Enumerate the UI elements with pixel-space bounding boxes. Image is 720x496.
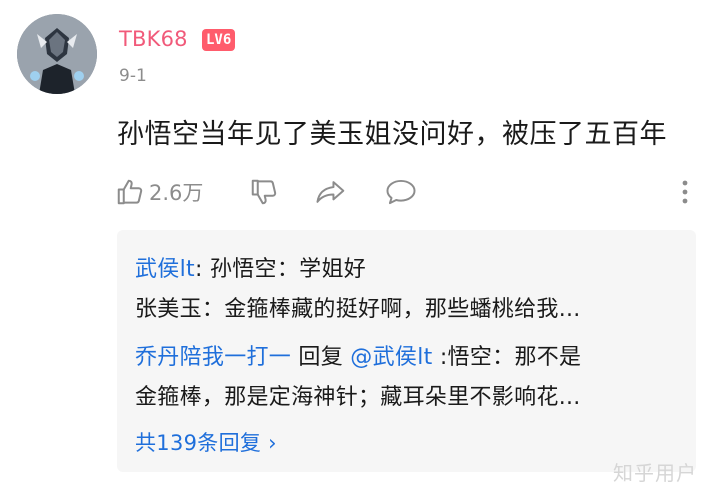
reply-line: 金箍棒，那是定海神针；藏耳朵里不影响花... (135, 379, 581, 411)
avatar-image (17, 14, 97, 94)
comment-date: 9-1 (119, 66, 147, 86)
share-icon (316, 181, 345, 203)
reply-button[interactable] (385, 174, 417, 210)
replies-preview[interactable]: 武侯lt: 孙悟空：学姐好 张美玉：金箍棒藏的挺好啊，那些蟠桃给我... 乔丹陪… (117, 230, 696, 472)
thumbs-down-icon (251, 179, 277, 205)
more-options-button[interactable] (679, 174, 691, 210)
reply-word: 回复 (291, 345, 351, 370)
reply-author-link[interactable]: 乔丹陪我一打一 (135, 345, 291, 370)
share-button[interactable] (315, 174, 347, 210)
reply-text: :悟空：那不是 (432, 345, 582, 370)
more-vertical-icon (682, 180, 688, 204)
comment-text: 孙悟空当年见了美玉姐没问好，被压了五百年 (117, 119, 667, 150)
comment-page: TBK68 LV6 9-1 孙悟空当年见了美玉姐没问好，被压了五百年 2.6万 (0, 0, 720, 496)
reply-line: 乔丹陪我一打一 回复 @武侯lt :悟空：那不是 (135, 339, 581, 371)
reply-text: 张美玉：金箍棒藏的挺好啊，那些蟠桃给我... (135, 297, 581, 322)
comment-icon (386, 179, 416, 205)
reply-line: 张美玉：金箍棒藏的挺好啊，那些蟠桃给我... (135, 291, 581, 323)
watermark: 知乎用户 (613, 461, 697, 485)
comment-actions: 2.6万 (115, 174, 705, 210)
thumbs-up-icon (117, 179, 143, 205)
reply-line: 武侯lt: 孙悟空：学姐好 (135, 251, 366, 283)
dislike-button[interactable] (249, 174, 279, 210)
like-count: 2.6万 (149, 181, 204, 205)
avatar[interactable] (17, 14, 97, 94)
like-button[interactable]: 2.6万 (115, 174, 203, 210)
reply-text: 金箍棒，那是定海神针；藏耳朵里不影响花... (135, 385, 581, 410)
reply-author-link[interactable]: 武侯lt (135, 257, 195, 282)
reply-text: : 孙悟空：学姐好 (194, 257, 367, 282)
level-badge: LV6 (202, 29, 236, 51)
view-all-replies-link[interactable]: 共139条回复 › (135, 427, 277, 457)
username[interactable]: TBK68 (119, 27, 188, 51)
reply-target-link[interactable]: @武侯lt (350, 345, 432, 370)
